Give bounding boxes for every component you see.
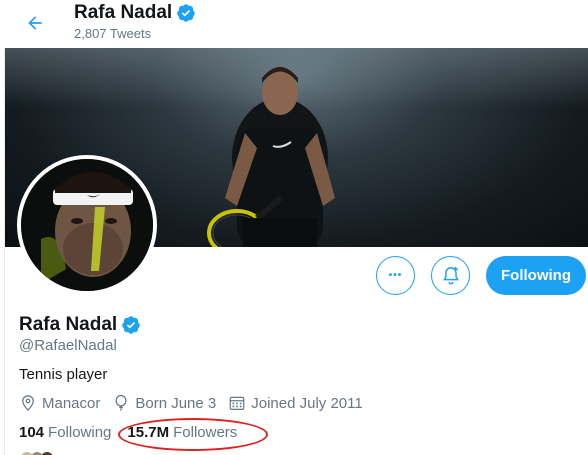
annotation-circle: [118, 418, 268, 451]
location-text: Manacor: [42, 394, 101, 412]
birthday-item: Born June 3: [112, 394, 216, 412]
following-count: 104: [19, 424, 45, 441]
birthday-text: Born June 3: [135, 394, 217, 412]
bell-plus-icon: [442, 266, 459, 285]
back-button[interactable]: [18, 6, 52, 40]
profile-header: Rafa Nadal 2,807 Tweets: [0, 0, 588, 48]
following-button[interactable]: Following: [486, 256, 586, 295]
header-title: Rafa Nadal: [74, 2, 196, 24]
profile-meta: Manacor Born June 3 Joined July 2011: [19, 394, 375, 412]
location-item: Manacor: [19, 394, 100, 412]
avatar[interactable]: [17, 155, 157, 295]
avatar-image: [21, 159, 153, 291]
followed-by-avatars: [21, 452, 53, 455]
following-label: Following: [48, 424, 112, 441]
notifications-button[interactable]: [431, 256, 470, 295]
joined-item: Joined July 2011: [228, 394, 363, 412]
header-name-text: Rafa Nadal: [74, 2, 173, 23]
profile-handle: @RafaelNadal: [19, 337, 117, 354]
calendar-icon: [229, 396, 245, 410]
profile-name: Rafa Nadal: [19, 314, 141, 336]
joined-text: Joined July 2011: [251, 394, 363, 412]
location-pin-icon: [22, 395, 34, 411]
verified-badge-icon: [122, 316, 140, 334]
balloon-icon: [115, 394, 127, 411]
more-icon: •••: [388, 270, 403, 281]
tweet-count: 2,807 Tweets: [74, 26, 152, 41]
profile-bio: Tennis player: [19, 366, 108, 383]
more-options-button[interactable]: •••: [376, 256, 415, 295]
verified-badge-icon: [177, 4, 195, 22]
following-stat[interactable]: 104 Following: [19, 424, 111, 441]
profile-actions: ••• Following: [376, 256, 586, 295]
arrow-left-icon: [28, 16, 42, 30]
profile-name-text: Rafa Nadal: [19, 314, 118, 335]
